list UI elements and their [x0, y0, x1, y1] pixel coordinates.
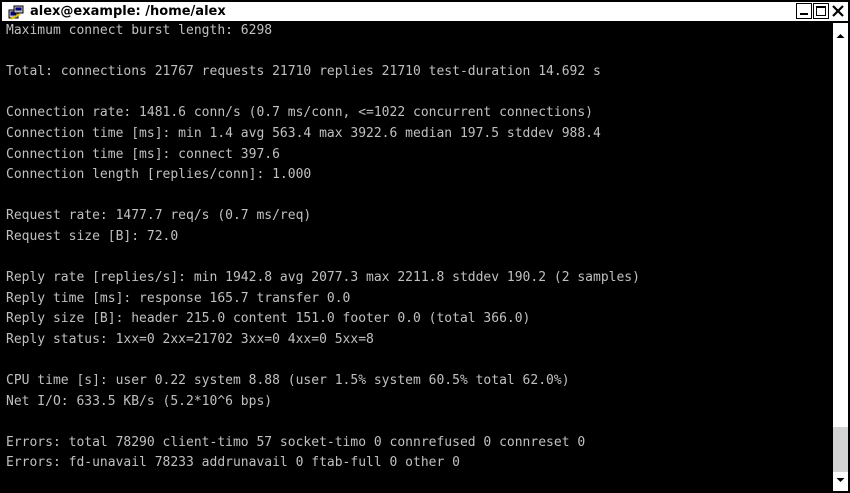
maximize-icon [816, 6, 826, 16]
minimize-button[interactable] [796, 3, 812, 19]
scroll-up-button[interactable] [833, 28, 848, 44]
vertical-scrollbar[interactable] [832, 23, 848, 491]
terminal-line: Net I/O: 633.5 KB/s (5.2*10^6 bps) [6, 393, 273, 409]
terminal-line: Connection time [ms]: min 1.4 avg 563.4 … [6, 125, 601, 141]
terminal-line: Maximum connect burst length: 6298 [6, 23, 273, 38]
terminal-line: CPU time [s]: user 0.22 system 8.88 (use… [6, 373, 570, 389]
putty-terminal-icon[interactable] [8, 5, 24, 20]
scrollbar-thumb[interactable] [833, 427, 848, 473]
terminal-line: Reply time [ms]: response 165.7 transfer… [6, 290, 351, 306]
terminal-window: alex@example: /home/alex Maximum connect… [0, 0, 850, 493]
window-title: alex@example: /home/alex [30, 4, 226, 19]
scroll-up-arrow-icon [836, 34, 845, 38]
terminal-line: Total: connections 21767 requests 21710 … [6, 64, 601, 80]
maximize-button[interactable] [813, 3, 829, 19]
terminal-line: Connection rate: 1481.6 conn/s (0.7 ms/c… [6, 105, 593, 121]
terminal-line: Request rate: 1477.7 req/s (0.7 ms/req) [6, 208, 312, 224]
terminal-line: Connection time [ms]: connect 397.6 [6, 146, 280, 162]
title-bar[interactable]: alex@example: /home/alex [2, 2, 848, 23]
terminal-line: Connection length [replies/conn]: 1.000 [6, 167, 312, 183]
terminal-line: Reply status: 1xx=0 2xx=21702 3xx=0 4xx=… [6, 331, 374, 347]
close-button[interactable] [830, 3, 846, 19]
terminal-line: Request size [B]: 72.0 [6, 228, 179, 244]
terminal-line: Reply size [B]: header 215.0 content 151… [6, 311, 531, 327]
terminal-line: Errors: fd-unavail 78233 addrunavail 0 f… [6, 455, 460, 471]
scroll-down-button[interactable] [833, 472, 848, 488]
terminal-line: Errors: total 78290 client-timo 57 socke… [6, 434, 586, 450]
terminal-output[interactable]: Maximum connect burst length: 6298 Total:… [2, 23, 832, 491]
scroll-down-arrow-icon [836, 478, 845, 482]
close-icon [832, 5, 844, 17]
terminal-line: Reply rate [replies/s]: min 1942.8 avg 2… [6, 270, 640, 286]
minimize-icon [800, 13, 808, 15]
